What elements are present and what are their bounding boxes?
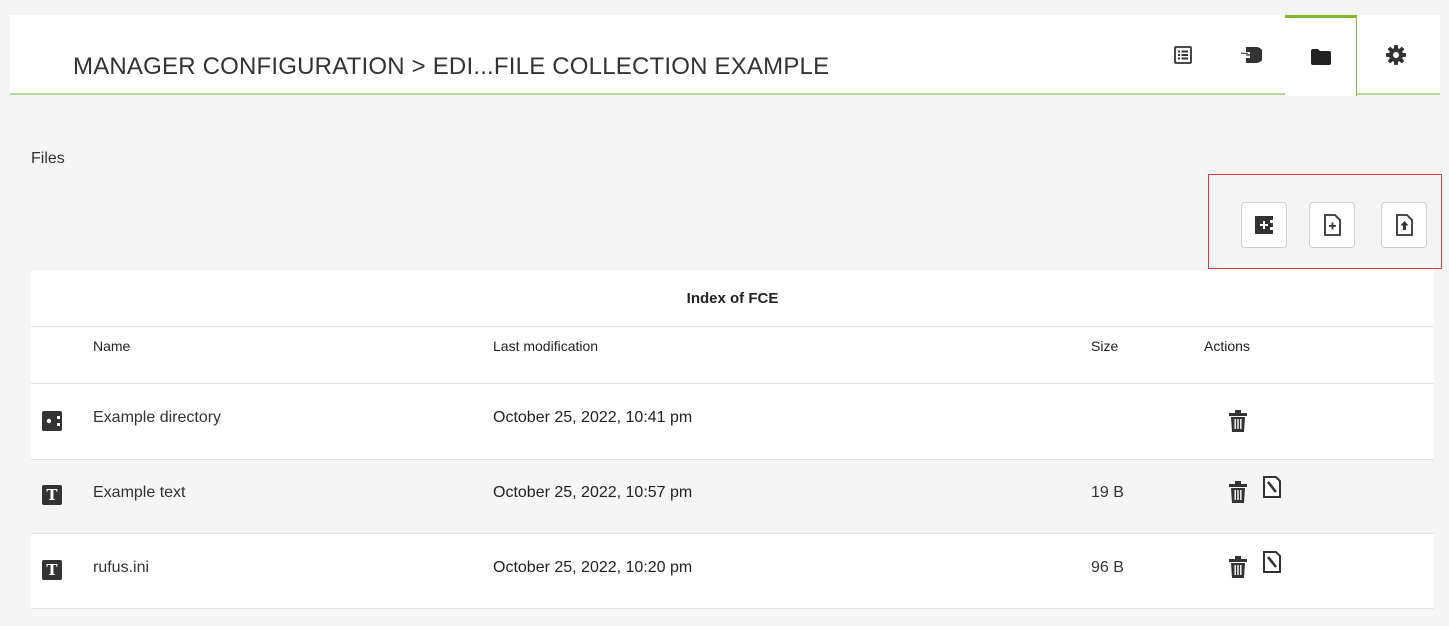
create-text-file-icon xyxy=(1324,214,1341,236)
last-modified: October 25, 2022, 10:57 pm xyxy=(493,484,693,501)
column-header-name: Name xyxy=(93,338,131,354)
section-label-files: Files xyxy=(31,150,65,167)
column-header-actions: Actions xyxy=(1204,338,1250,354)
edit-icon[interactable] xyxy=(1262,475,1282,499)
delete-icon[interactable] xyxy=(1228,555,1248,579)
text-file-icon[interactable]: T xyxy=(42,560,62,580)
column-header-last-modification: Last modification xyxy=(493,338,599,354)
tab-settings[interactable] xyxy=(1360,15,1432,95)
last-modified: October 25, 2022, 10:20 pm xyxy=(493,559,693,576)
table-row: T Example text October 25, 2022, 10:57 p… xyxy=(31,460,1434,534)
upload-file-icon xyxy=(1396,214,1413,236)
tab-list-view[interactable] xyxy=(1147,15,1219,95)
file-name-link[interactable]: rufus.ini xyxy=(93,559,149,577)
tab-plugin[interactable] xyxy=(1215,15,1287,95)
table-caption: Index of FCE xyxy=(31,270,1434,327)
last-modified: October 25, 2022, 10:41 pm xyxy=(493,409,693,426)
page-title: MANAGER CONFIGURATION > EDI...FILE COLLE… xyxy=(73,53,830,80)
column-header-size: Size xyxy=(1091,338,1119,354)
list-icon xyxy=(1174,46,1192,64)
file-index-table: Index of FCE Name Last modification Size… xyxy=(31,270,1434,609)
tab-files[interactable] xyxy=(1285,15,1357,96)
table-row: Example directory October 25, 2022, 10:4… xyxy=(31,384,1434,460)
delete-icon[interactable] xyxy=(1228,409,1248,433)
table-header: Name Last modification Size Actions xyxy=(31,326,1434,384)
page-header: MANAGER CONFIGURATION > EDI...FILE COLLE… xyxy=(10,15,1440,96)
upload-file-button[interactable] xyxy=(1381,202,1427,248)
file-size: 96 B xyxy=(1091,559,1124,576)
gear-icon xyxy=(1386,45,1406,65)
directory-icon[interactable] xyxy=(42,411,62,431)
plugin-icon xyxy=(1241,47,1262,63)
text-file-icon[interactable]: T xyxy=(42,485,62,505)
create-text-file-button[interactable] xyxy=(1309,202,1355,248)
file-name-link[interactable]: Example text xyxy=(93,484,185,502)
file-size: 19 B xyxy=(1091,484,1124,501)
table-row: T rufus.ini October 25, 2022, 10:20 pm 9… xyxy=(31,534,1434,609)
file-actions-highlight xyxy=(1208,174,1442,269)
edit-icon[interactable] xyxy=(1262,550,1282,574)
delete-icon[interactable] xyxy=(1228,480,1248,504)
create-folder-icon xyxy=(1255,216,1273,234)
folder-icon xyxy=(1310,49,1331,65)
create-folder-button[interactable] xyxy=(1241,202,1287,248)
file-name-link[interactable]: Example directory xyxy=(93,409,221,427)
